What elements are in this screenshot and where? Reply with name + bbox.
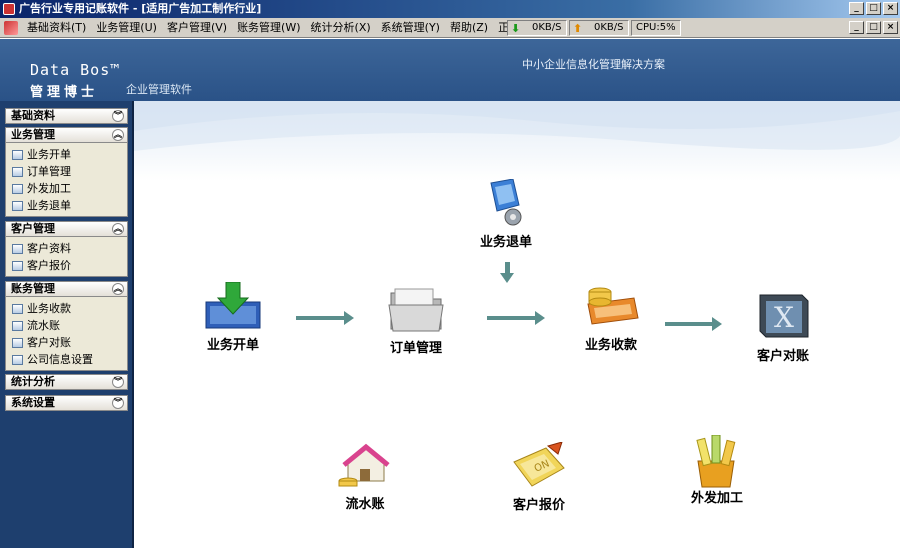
sidebar-item-company-settings[interactable]: 公司信息设置 xyxy=(12,351,127,368)
group-accounts: 账务管理 ︽ 业务收款 流水账 客户对账 公司信息设置 xyxy=(5,281,128,371)
expand-icon[interactable]: ︾ xyxy=(112,376,124,388)
document-icon xyxy=(12,166,23,177)
maximize-button[interactable]: □ xyxy=(866,2,881,15)
flow-customer-reconcile[interactable]: X 客户对账 xyxy=(754,293,812,364)
menu-system[interactable]: 系统管理(Y) xyxy=(376,18,445,38)
group-header-system[interactable]: 系统设置 ︾ xyxy=(5,395,128,411)
upload-speed: ⬆ 0KB/S xyxy=(569,20,629,36)
sidebar-item-customer-quote[interactable]: 客户报价 xyxy=(12,257,127,274)
flow-cash-journal[interactable]: 流水账 xyxy=(336,441,394,512)
download-arrow-icon: ⬇ xyxy=(511,22,521,35)
menu-customer[interactable]: 客户管理(V) xyxy=(162,18,232,38)
upload-arrow-icon: ⬆ xyxy=(573,22,583,35)
arrow-right-1 xyxy=(296,311,354,325)
collapse-icon[interactable]: ︽ xyxy=(112,283,124,295)
group-statistics: 统计分析 ︾ xyxy=(5,374,128,390)
expand-icon[interactable]: ︾ xyxy=(112,110,124,122)
cpu-usage: CPU:5% xyxy=(631,20,681,36)
group-header-business[interactable]: 业务管理 ︽ xyxy=(5,127,128,143)
settings-icon xyxy=(12,354,23,365)
arrow-right-3 xyxy=(665,317,722,331)
reconcile-icon xyxy=(12,337,23,348)
quote-icon xyxy=(12,260,23,271)
group-business: 业务管理 ︽ 业务开单 订单管理 外发加工 业务退单 xyxy=(5,127,128,217)
group-basic-data: 基础资料 ︾ xyxy=(5,108,128,124)
title-bar: 广告行业专用记账软件 - [适用广告加工制作行业] _ □ × xyxy=(0,0,900,18)
flow-order-manage[interactable]: 订单管理 xyxy=(387,285,445,356)
brand-english: Data Bos™ xyxy=(30,61,121,79)
group-customer: 客户管理 ︽ 客户资料 客户报价 xyxy=(5,221,128,277)
brand-subtitle: 企业管理软件 xyxy=(126,83,192,96)
return-icon xyxy=(12,200,23,211)
sidebar-item-journal[interactable]: 流水账 xyxy=(12,317,127,334)
mdi-restore-button[interactable]: □ xyxy=(866,21,881,34)
slogan: 中小企业信息化管理解决方案 xyxy=(522,58,665,71)
minimize-button[interactable]: _ xyxy=(849,2,864,15)
close-button[interactable]: × xyxy=(883,2,898,15)
brand-chinese: 管理博士 xyxy=(30,85,99,100)
contact-icon xyxy=(12,243,23,254)
group-system: 系统设置 ︾ xyxy=(5,395,128,411)
sidebar-item-reconcile[interactable]: 客户对账 xyxy=(12,334,127,351)
menu-bar: 基础资料(T) 业务管理(U) 客户管理(V) 账务管理(W) 统计分析(X) … xyxy=(0,18,900,38)
menu-business[interactable]: 业务管理(U) xyxy=(91,18,162,38)
menu-basic-data[interactable]: 基础资料(T) xyxy=(22,18,91,38)
flow-outsource[interactable]: 外发加工 xyxy=(688,434,746,506)
collapse-icon[interactable]: ︽ xyxy=(112,223,124,235)
arrow-down xyxy=(500,262,514,283)
expand-icon[interactable]: ︾ xyxy=(112,397,124,409)
flow-business-order[interactable]: 业务开单 xyxy=(204,281,262,353)
journal-icon xyxy=(12,320,23,331)
collapse-icon[interactable]: ︽ xyxy=(112,129,124,141)
menu-accounts[interactable]: 账务管理(W) xyxy=(232,18,305,38)
sidebar-item-order-manage[interactable]: 订单管理 xyxy=(12,163,127,180)
group-header-statistics[interactable]: 统计分析 ︾ xyxy=(5,374,128,390)
group-header-customer[interactable]: 客户管理 ︽ xyxy=(5,221,128,237)
group-header-basic-data[interactable]: 基础资料 ︾ xyxy=(5,108,128,124)
sidebar-item-customer-info[interactable]: 客户资料 xyxy=(12,240,127,257)
header-banner: Data Bos™ 管理博士 企业管理软件 中小企业信息化管理解决方案 xyxy=(0,39,900,101)
group-header-accounts[interactable]: 账务管理 ︽ xyxy=(5,281,128,297)
sidebar-item-outsource[interactable]: 外发加工 xyxy=(12,180,127,197)
menu-app-icon[interactable] xyxy=(4,21,18,35)
svg-text:X: X xyxy=(774,301,794,334)
flow-business-collect[interactable]: 业务收款 xyxy=(582,282,640,353)
sidebar-item-business-order[interactable]: 业务开单 xyxy=(12,146,127,163)
flow-business-return[interactable]: 业务退单 xyxy=(477,178,535,250)
folder-icon xyxy=(12,183,23,194)
menu-help[interactable]: 帮助(Z) xyxy=(445,18,493,38)
form-icon xyxy=(12,149,23,160)
mdi-minimize-button[interactable]: _ xyxy=(849,21,864,34)
menu-statistics[interactable]: 统计分析(X) xyxy=(306,18,376,38)
flow-customer-quote[interactable]: ON 客户报价 xyxy=(510,441,568,513)
mdi-close-button[interactable]: × xyxy=(883,21,898,34)
sidebar-item-return[interactable]: 业务退单 xyxy=(12,197,127,214)
app-icon xyxy=(3,3,15,15)
window-title: 广告行业专用记账软件 - [适用广告加工制作行业] xyxy=(19,2,262,15)
wave-background xyxy=(134,101,900,181)
arrow-right-2 xyxy=(487,311,545,325)
download-speed: ⬇ 0KB/S xyxy=(507,20,567,36)
sidebar-item-collect[interactable]: 业务收款 xyxy=(12,300,127,317)
sidebar: 基础资料 ︾ 业务管理 ︽ 业务开单 订单管理 外发加工 业务退单 客户管理 ︽… xyxy=(0,101,134,548)
main-flow-area: 业务退单 业务开单 订单管理 业务收款 X 客户对账 流水账 ON 客户报价 外… xyxy=(134,101,900,548)
money-icon xyxy=(12,303,23,314)
